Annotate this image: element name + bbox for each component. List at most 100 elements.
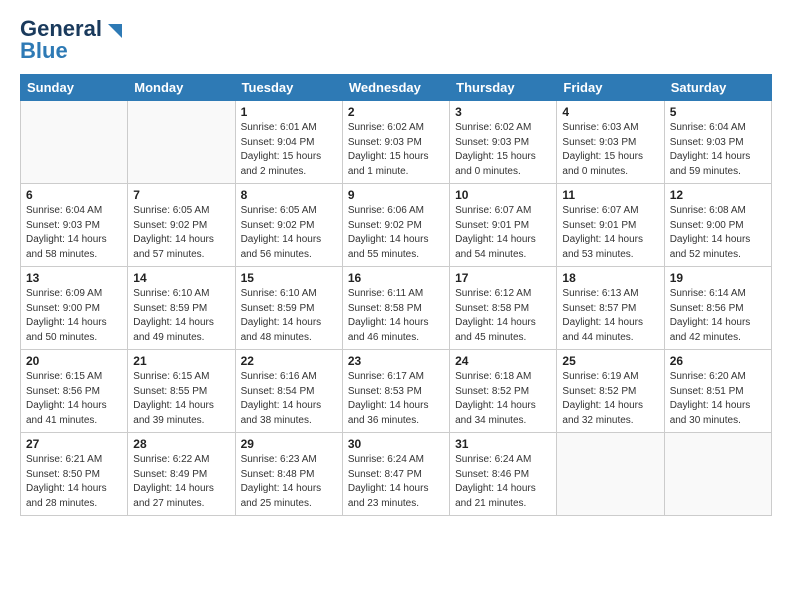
day-number: 25 [562, 354, 658, 368]
day-info: Sunrise: 6:17 AMSunset: 8:53 PMDaylight:… [348, 370, 444, 428]
day-cell: 19 Sunrise: 6:14 AMSunset: 8:56 PMDayligh… [664, 267, 771, 350]
weekday-header-wednesday: Wednesday [342, 75, 449, 101]
day-number: 11 [562, 188, 658, 202]
day-cell: 27 Sunrise: 6:21 AMSunset: 8:50 PMDayligh… [21, 433, 128, 516]
day-number: 10 [455, 188, 551, 202]
day-info: Sunrise: 6:15 AMSunset: 8:56 PMDaylight:… [26, 370, 122, 428]
day-info: Sunrise: 6:13 AMSunset: 8:57 PMDaylight:… [562, 287, 658, 345]
weekday-header-row: SundayMondayTuesdayWednesdayThursdayFrid… [21, 75, 772, 101]
day-cell: 1 Sunrise: 6:01 AMSunset: 9:04 PMDaylight… [235, 101, 342, 184]
day-cell: 7 Sunrise: 6:05 AMSunset: 9:02 PMDaylight… [128, 184, 235, 267]
day-number: 12 [670, 188, 766, 202]
day-cell: 29Sunrise: 6:23 AMSunset: 8:48 PMDayligh… [235, 433, 342, 516]
week-row-1: 1 Sunrise: 6:01 AMSunset: 9:04 PMDaylight… [21, 101, 772, 184]
day-number: 15 [241, 271, 337, 285]
day-number: 19 [670, 271, 766, 285]
day-cell: 22 Sunrise: 6:16 AMSunset: 8:54 PMDayligh… [235, 350, 342, 433]
day-cell: 23 Sunrise: 6:17 AMSunset: 8:53 PMDayligh… [342, 350, 449, 433]
day-info: Sunrise: 6:24 AMSunset: 8:46 PMDaylight:… [455, 453, 551, 511]
weekday-header-monday: Monday [128, 75, 235, 101]
day-info: Sunrise: 6:04 AMSunset: 9:03 PMDaylight:… [26, 204, 122, 262]
day-cell: 21 Sunrise: 6:15 AMSunset: 8:55 PMDayligh… [128, 350, 235, 433]
week-row-4: 20Sunrise: 6:15 AMSunset: 8:56 PMDayligh… [21, 350, 772, 433]
day-info: Sunrise: 6:11 AMSunset: 8:58 PMDaylight:… [348, 287, 444, 345]
day-info: Sunrise: 6:02 AMSunset: 9:03 PMDaylight:… [455, 121, 551, 179]
week-row-3: 13 Sunrise: 6:09 AMSunset: 9:00 PMDayligh… [21, 267, 772, 350]
day-info: Sunrise: 6:01 AMSunset: 9:04 PMDaylight:… [241, 121, 337, 179]
day-info: Sunrise: 6:05 AMSunset: 9:02 PMDaylight:… [133, 204, 229, 262]
day-cell: 10 Sunrise: 6:07 AMSunset: 9:01 PMDayligh… [450, 184, 557, 267]
day-number: 3 [455, 105, 551, 119]
day-info: Sunrise: 6:04 AMSunset: 9:03 PMDaylight:… [670, 121, 766, 179]
day-info: Sunrise: 6:15 AMSunset: 8:55 PMDaylight:… [133, 370, 229, 428]
day-cell: 13 Sunrise: 6:09 AMSunset: 9:00 PMDayligh… [21, 267, 128, 350]
day-number: 5 [670, 105, 766, 119]
day-info: Sunrise: 6:08 AMSunset: 9:00 PMDaylight:… [670, 204, 766, 262]
day-number: 4 [562, 105, 658, 119]
day-info: Sunrise: 6:07 AMSunset: 9:01 PMDaylight:… [455, 204, 551, 262]
day-info: Sunrise: 6:14 AMSunset: 8:56 PMDaylight:… [670, 287, 766, 345]
day-info: Sunrise: 6:10 AMSunset: 8:59 PMDaylight:… [133, 287, 229, 345]
logo-arrow-icon [104, 20, 126, 42]
day-cell [128, 101, 235, 184]
day-number: 6 [26, 188, 122, 202]
day-number: 23 [348, 354, 444, 368]
day-number: 24 [455, 354, 551, 368]
day-info: Sunrise: 6:09 AMSunset: 9:00 PMDaylight:… [26, 287, 122, 345]
day-number: 26 [670, 354, 766, 368]
day-info: Sunrise: 6:22 AMSunset: 8:49 PMDaylight:… [133, 453, 229, 511]
day-cell: 26 Sunrise: 6:20 AMSunset: 8:51 PMDayligh… [664, 350, 771, 433]
day-number: 14 [133, 271, 229, 285]
day-number: 8 [241, 188, 337, 202]
day-cell: 11Sunrise: 6:07 AMSunset: 9:01 PMDayligh… [557, 184, 664, 267]
day-cell: 2Sunrise: 6:02 AMSunset: 9:03 PMDaylight… [342, 101, 449, 184]
day-cell: 5 Sunrise: 6:04 AMSunset: 9:03 PMDaylight… [664, 101, 771, 184]
day-cell: 30 Sunrise: 6:24 AMSunset: 8:47 PMDayligh… [342, 433, 449, 516]
day-info: Sunrise: 6:03 AMSunset: 9:03 PMDaylight:… [562, 121, 658, 179]
weekday-header-saturday: Saturday [664, 75, 771, 101]
logo-blue: Blue [20, 38, 68, 64]
day-cell: 31 Sunrise: 6:24 AMSunset: 8:46 PMDayligh… [450, 433, 557, 516]
day-cell: 9 Sunrise: 6:06 AMSunset: 9:02 PMDaylight… [342, 184, 449, 267]
day-info: Sunrise: 6:19 AMSunset: 8:52 PMDaylight:… [562, 370, 658, 428]
day-info: Sunrise: 6:12 AMSunset: 8:58 PMDaylight:… [455, 287, 551, 345]
week-row-5: 27 Sunrise: 6:21 AMSunset: 8:50 PMDayligh… [21, 433, 772, 516]
day-number: 27 [26, 437, 122, 451]
day-cell: 3 Sunrise: 6:02 AMSunset: 9:03 PMDaylight… [450, 101, 557, 184]
page: General Blue SundayMondayTuesdayWednesda… [0, 0, 792, 612]
day-cell: 25 Sunrise: 6:19 AMSunset: 8:52 PMDayligh… [557, 350, 664, 433]
day-number: 13 [26, 271, 122, 285]
day-number: 7 [133, 188, 229, 202]
day-cell: 15Sunrise: 6:10 AMSunset: 8:59 PMDayligh… [235, 267, 342, 350]
day-number: 9 [348, 188, 444, 202]
day-cell: 8 Sunrise: 6:05 AMSunset: 9:02 PMDaylight… [235, 184, 342, 267]
weekday-header-friday: Friday [557, 75, 664, 101]
day-cell: 6 Sunrise: 6:04 AMSunset: 9:03 PMDaylight… [21, 184, 128, 267]
day-cell [664, 433, 771, 516]
day-info: Sunrise: 6:16 AMSunset: 8:54 PMDaylight:… [241, 370, 337, 428]
day-cell [557, 433, 664, 516]
day-number: 1 [241, 105, 337, 119]
day-number: 21 [133, 354, 229, 368]
day-cell: 12 Sunrise: 6:08 AMSunset: 9:00 PMDayligh… [664, 184, 771, 267]
day-info: Sunrise: 6:06 AMSunset: 9:02 PMDaylight:… [348, 204, 444, 262]
day-info: Sunrise: 6:24 AMSunset: 8:47 PMDaylight:… [348, 453, 444, 511]
day-number: 29 [241, 437, 337, 451]
day-number: 22 [241, 354, 337, 368]
day-info: Sunrise: 6:18 AMSunset: 8:52 PMDaylight:… [455, 370, 551, 428]
weekday-header-tuesday: Tuesday [235, 75, 342, 101]
week-row-2: 6 Sunrise: 6:04 AMSunset: 9:03 PMDaylight… [21, 184, 772, 267]
day-number: 30 [348, 437, 444, 451]
logo: General Blue [20, 16, 126, 64]
day-cell: 16Sunrise: 6:11 AMSunset: 8:58 PMDayligh… [342, 267, 449, 350]
day-cell: 14 Sunrise: 6:10 AMSunset: 8:59 PMDayligh… [128, 267, 235, 350]
day-number: 17 [455, 271, 551, 285]
calendar: SundayMondayTuesdayWednesdayThursdayFrid… [20, 74, 772, 516]
day-info: Sunrise: 6:05 AMSunset: 9:02 PMDaylight:… [241, 204, 337, 262]
day-info: Sunrise: 6:21 AMSunset: 8:50 PMDaylight:… [26, 453, 122, 511]
day-cell: 4 Sunrise: 6:03 AMSunset: 9:03 PMDaylight… [557, 101, 664, 184]
day-number: 18 [562, 271, 658, 285]
weekday-header-sunday: Sunday [21, 75, 128, 101]
day-info: Sunrise: 6:20 AMSunset: 8:51 PMDaylight:… [670, 370, 766, 428]
day-number: 31 [455, 437, 551, 451]
